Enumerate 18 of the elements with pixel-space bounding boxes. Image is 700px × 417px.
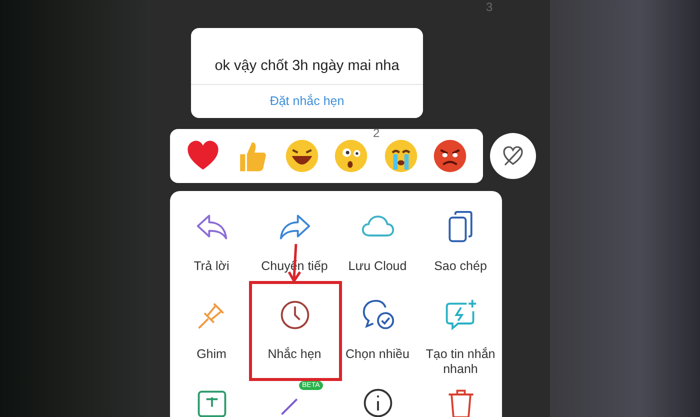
lightning-chat-icon[interactable] [444,298,478,332]
menu-item-label[interactable]: Sao chép [422,259,500,274]
menu-item-label[interactable]: Chọn nhiều [338,347,416,362]
surprised-face-icon[interactable] [334,139,368,173]
chat-check-icon[interactable] [360,298,394,332]
crossed-heart-icon [501,144,525,168]
menu-item-label[interactable]: Lưu Cloud [338,259,416,274]
remove-reaction-button[interactable] [490,133,536,179]
menu-item-label[interactable]: Ghim [172,347,250,362]
reaction-count: 3 [486,0,493,14]
menu-item-label[interactable]: Tạo tin nhắn nhanh [422,347,500,377]
message-text: ok vậy chốt 3h ngày mai nha [191,28,423,85]
angry-face-icon[interactable] [433,139,468,173]
crying-face-icon[interactable] [384,139,418,173]
reaction-count: 2 [373,126,380,140]
menu-item-label[interactable]: Nhắc hẹn [256,347,334,362]
menu-item-label[interactable]: Trả lời [172,259,250,274]
laughing-face-icon[interactable] [284,139,319,173]
